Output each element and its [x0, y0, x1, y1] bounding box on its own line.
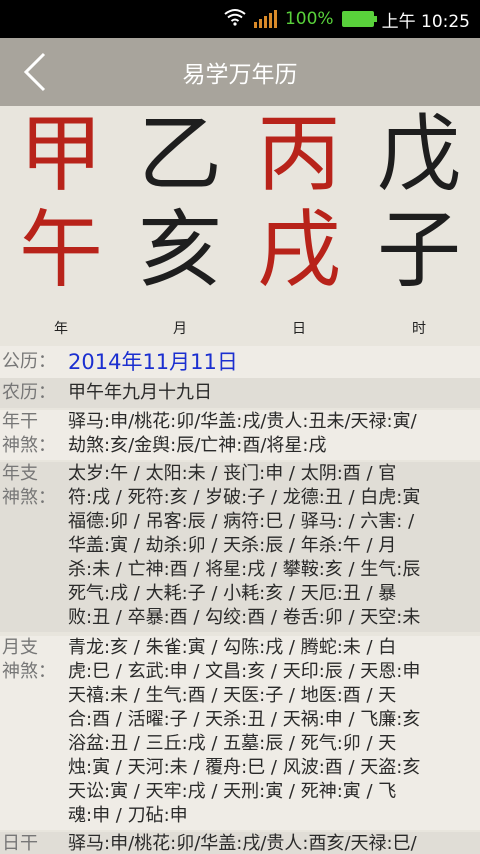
year-branch-shensha-label: 年支 神煞：	[2, 463, 56, 508]
wifi-icon	[224, 8, 246, 31]
solar-date-row: 公历： 2014年11月11日	[0, 346, 480, 378]
label-year: 年	[54, 321, 68, 337]
status-bar: 100% 上午 10:25	[0, 0, 480, 38]
month-branch: 亥	[137, 201, 222, 299]
title-bar: 易学万年历	[0, 38, 480, 106]
month-branch-shensha-label: 月支 神煞：	[2, 637, 56, 682]
label-hour: 时	[412, 321, 426, 337]
day-branch: 戌	[256, 201, 341, 299]
lunar-date: 甲午年九月十九日	[68, 382, 212, 403]
month-stem: 乙	[137, 105, 222, 203]
year-branch-shensha-row: 年支 神煞： 太岁:午 / 太阳:未 / 丧门:申 / 太阴:酉 / 官 符:戌…	[0, 462, 480, 632]
year-branch-shensha-value: 太岁:午 / 太阳:未 / 丧门:申 / 太阴:酉 / 官 符:戌 / 死符:亥…	[68, 463, 421, 628]
battery-icon	[341, 11, 377, 27]
label-month: 月	[173, 321, 187, 337]
month-branch-shensha-row: 月支 神煞： 青龙:亥 / 朱雀:寅 / 勾陈:戌 / 腾蛇:未 / 白 虎:巳…	[0, 636, 480, 830]
page-title: 易学万年历	[182, 62, 298, 88]
lunar-label: 农历：	[2, 382, 56, 403]
month-branch-shensha-value: 青龙:亥 / 朱雀:寅 / 勾陈:戌 / 腾蛇:未 / 白 虎:巳 / 玄武:申…	[68, 637, 421, 826]
year-stem-shensha-row: 年干 神煞： 驿马:申/桃花:卯/华盖:戌/贵人:丑未/天禄:寅/ 劫煞:亥/金…	[0, 410, 480, 460]
day-stem-shensha-value: 驿马:申/桃花:卯/华盖:戌/贵人:酉亥/天禄:巳/	[68, 833, 417, 854]
day-stem-shensha-label: 日干	[2, 833, 38, 854]
battery-percent: 100%	[284, 9, 334, 29]
clock: 上午 10:25	[381, 11, 470, 32]
day-stem: 丙	[256, 105, 341, 203]
hour-branch: 子	[376, 201, 461, 299]
chevron-left-icon	[23, 52, 46, 92]
day-stem-shensha-row: 日干 驿马:申/桃花:卯/华盖:戌/贵人:酉亥/天禄:巳/	[0, 832, 480, 854]
hour-stem: 戊	[376, 105, 461, 203]
solar-date[interactable]: 2014年11月11日	[68, 346, 478, 378]
back-button[interactable]	[14, 50, 58, 94]
label-day: 日	[292, 321, 306, 337]
year-stem: 甲	[18, 105, 103, 203]
signal-icon	[253, 10, 277, 28]
year-branch: 午	[18, 201, 103, 299]
year-stem-shensha-value: 驿马:申/桃花:卯/华盖:戌/贵人:丑未/天禄:寅/ 劫煞:亥/金舆:辰/亡神:…	[68, 411, 417, 456]
ganzhi-panel: 甲 乙 丙 戊 午 亥 戌 子 年 月 日 时	[0, 106, 480, 338]
lunar-date-row: 农历： 甲午年九月十九日	[0, 378, 480, 408]
year-stem-shensha-label: 年干 神煞：	[2, 411, 56, 456]
solar-label: 公历：	[2, 351, 56, 372]
